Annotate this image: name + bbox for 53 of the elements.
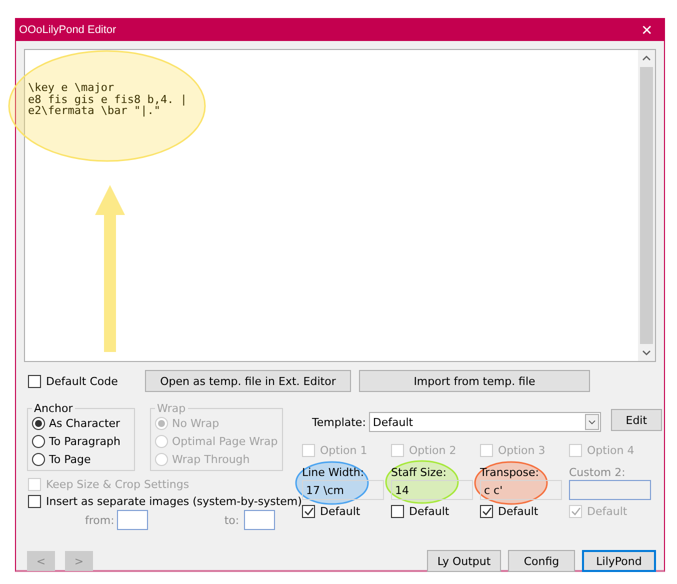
from-field[interactable] [117, 510, 148, 530]
option-field[interactable]: 17 \cm [302, 480, 384, 500]
code-line: \key e \major [28, 82, 116, 94]
radio-label: To Page [49, 453, 91, 466]
window-title: OOoLilyPond Editor [19, 24, 116, 36]
checkbox-label: Keep Size & Crop Settings [46, 478, 190, 491]
to-field[interactable] [244, 510, 276, 530]
checkbox-label: Default [320, 505, 360, 518]
action-button[interactable]: Ly Output [427, 550, 501, 572]
radio-label: Optimal Page Wrap [172, 435, 278, 448]
option-field[interactable]: c c' [480, 480, 562, 500]
checkbox-label: Option 4 [587, 444, 634, 457]
radio-label: As Character [49, 417, 120, 430]
code-line: e8 fis gis e fis8 b,4. | [28, 94, 188, 105]
radio-button[interactable] [32, 435, 45, 448]
checkbox-label: Insert as separate images (system-by-system) [46, 495, 302, 508]
field-label: to: [224, 514, 240, 526]
field-label: Transpose: [480, 466, 540, 479]
radio-button[interactable] [32, 453, 45, 466]
field-label: Staff Size: [391, 466, 448, 479]
checkbox-label: Default [409, 505, 450, 518]
checkbox-label: Default [498, 505, 538, 518]
field-label: from: [85, 514, 114, 526]
checkbox-label: Option 1 [320, 444, 368, 457]
field-label: Template: [312, 416, 366, 428]
checkbox[interactable] [480, 505, 493, 518]
group-title: Anchor [33, 402, 74, 415]
checkbox-label: Option 2 [409, 444, 456, 457]
code-line: e2\fermata \bar "|." [28, 105, 160, 116]
template-dropdown[interactable]: Default [368, 412, 601, 432]
radio-button[interactable] [32, 417, 45, 430]
code-editor[interactable]: \key e \major e8 fis gis e fis8 b,4. | e2\fermata \bar "|." [24, 49, 656, 362]
radio-label: To Paragraph [49, 435, 120, 448]
radio-label: No Wrap [172, 417, 220, 430]
option-field[interactable]: 14 [391, 480, 473, 500]
close-button[interactable]: ✕ [630, 19, 664, 41]
radio-label: Wrap Through [172, 453, 250, 466]
checkbox[interactable] [28, 374, 41, 388]
checkbox[interactable] [28, 495, 41, 508]
open-external-button[interactable]: Open as temp. file in Ext. Editor [145, 370, 351, 392]
action-button[interactable]: Config [508, 550, 575, 572]
checkbox-label: Default Code [46, 374, 118, 388]
scrollbar[interactable] [638, 50, 655, 361]
field-label: Line Width: [302, 466, 366, 479]
checkbox-label: Default [587, 505, 628, 518]
field-label: Custom 2: [569, 466, 626, 479]
checkbox-label: Option 3 [498, 444, 546, 457]
action-button[interactable]: LilyPond [582, 550, 656, 572]
edit-button[interactable]: Edit [610, 409, 662, 431]
checkbox[interactable] [302, 505, 315, 518]
checkbox[interactable] [391, 505, 404, 518]
group-title: Wrap [156, 402, 187, 415]
import-button[interactable]: Import from temp. file [359, 370, 590, 392]
